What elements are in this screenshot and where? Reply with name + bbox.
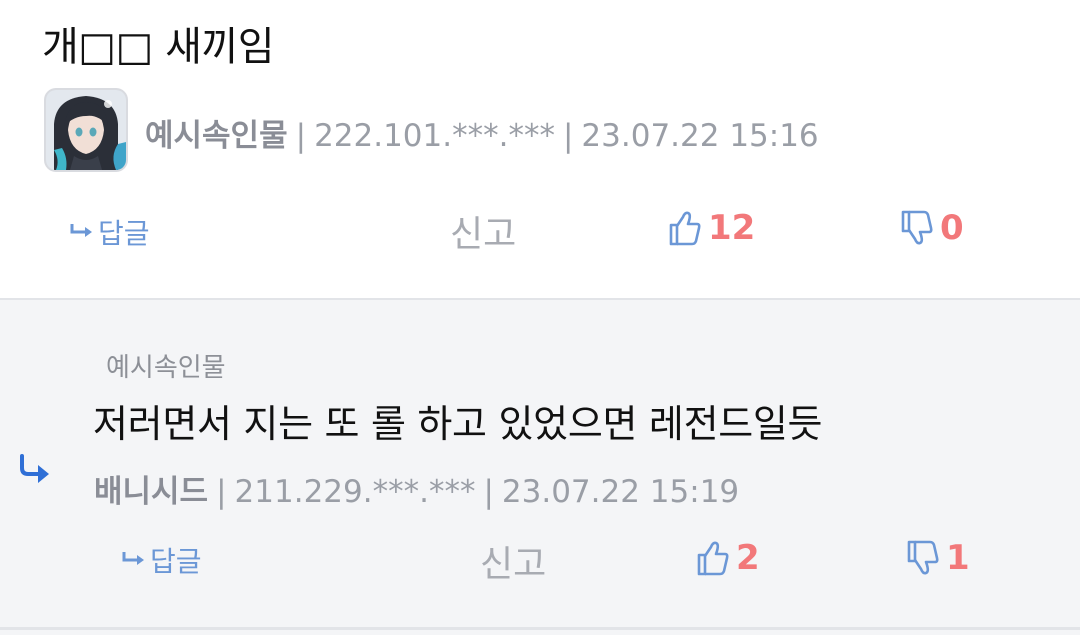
timestamp: 23.07.22 15:19 xyxy=(501,474,740,510)
separator: | xyxy=(562,118,574,154)
thumbs-down-icon xyxy=(901,210,933,245)
reply-button[interactable]: 답글 xyxy=(122,540,202,580)
downvote-count: 1 xyxy=(946,538,970,578)
reply-button[interactable]: 답글 xyxy=(70,212,150,252)
comment-body: 개□□ 새끼임 xyxy=(42,24,275,70)
author-name[interactable]: 배니시드 xyxy=(94,474,208,510)
reply-indicator-icon xyxy=(16,452,56,488)
thumbs-up-icon xyxy=(697,541,729,576)
thumbs-up-icon xyxy=(669,211,701,246)
upvote-count: 12 xyxy=(708,208,756,248)
downvote-count: 0 xyxy=(940,208,964,248)
reply-to-user: 예시속인물 xyxy=(106,353,226,383)
report-button[interactable]: 신고 xyxy=(480,535,546,587)
upvote-button[interactable]: 2 xyxy=(696,538,760,578)
separator: | xyxy=(483,474,494,510)
reply-arrow-icon xyxy=(70,218,96,246)
downvote-button[interactable]: 1 xyxy=(906,538,970,578)
avatar-image xyxy=(46,90,126,170)
timestamp: 23.07.22 15:16 xyxy=(581,118,819,154)
separator: | xyxy=(216,474,227,510)
reply-label: 답글 xyxy=(150,545,202,578)
next-comment-edge xyxy=(0,630,1080,635)
reply-arrow-icon xyxy=(122,546,148,574)
comment-meta: 예시속인물 | 222.101.***.*** | 23.07.22 15:16 xyxy=(145,110,819,155)
separator: | xyxy=(295,118,307,154)
author-name[interactable]: 예시속인물 xyxy=(145,118,288,154)
upvote-count: 2 xyxy=(736,538,760,578)
thumbs-down-icon xyxy=(907,540,939,575)
avatar[interactable] xyxy=(44,88,128,172)
ip-address: 211.229.***.*** xyxy=(234,474,476,510)
ip-address: 222.101.***.*** xyxy=(314,118,555,154)
reply-label: 답글 xyxy=(98,217,150,250)
downvote-button[interactable]: 0 xyxy=(900,208,964,248)
reply-meta: 배니시드 | 211.229.***.*** | 23.07.22 15:19 xyxy=(94,466,739,511)
reply-body: 저러면서 지는 또 롤 하고 있었으면 레전드일듯 xyxy=(93,402,823,446)
upvote-button[interactable]: 12 xyxy=(668,208,755,248)
report-button[interactable]: 신고 xyxy=(450,205,516,257)
